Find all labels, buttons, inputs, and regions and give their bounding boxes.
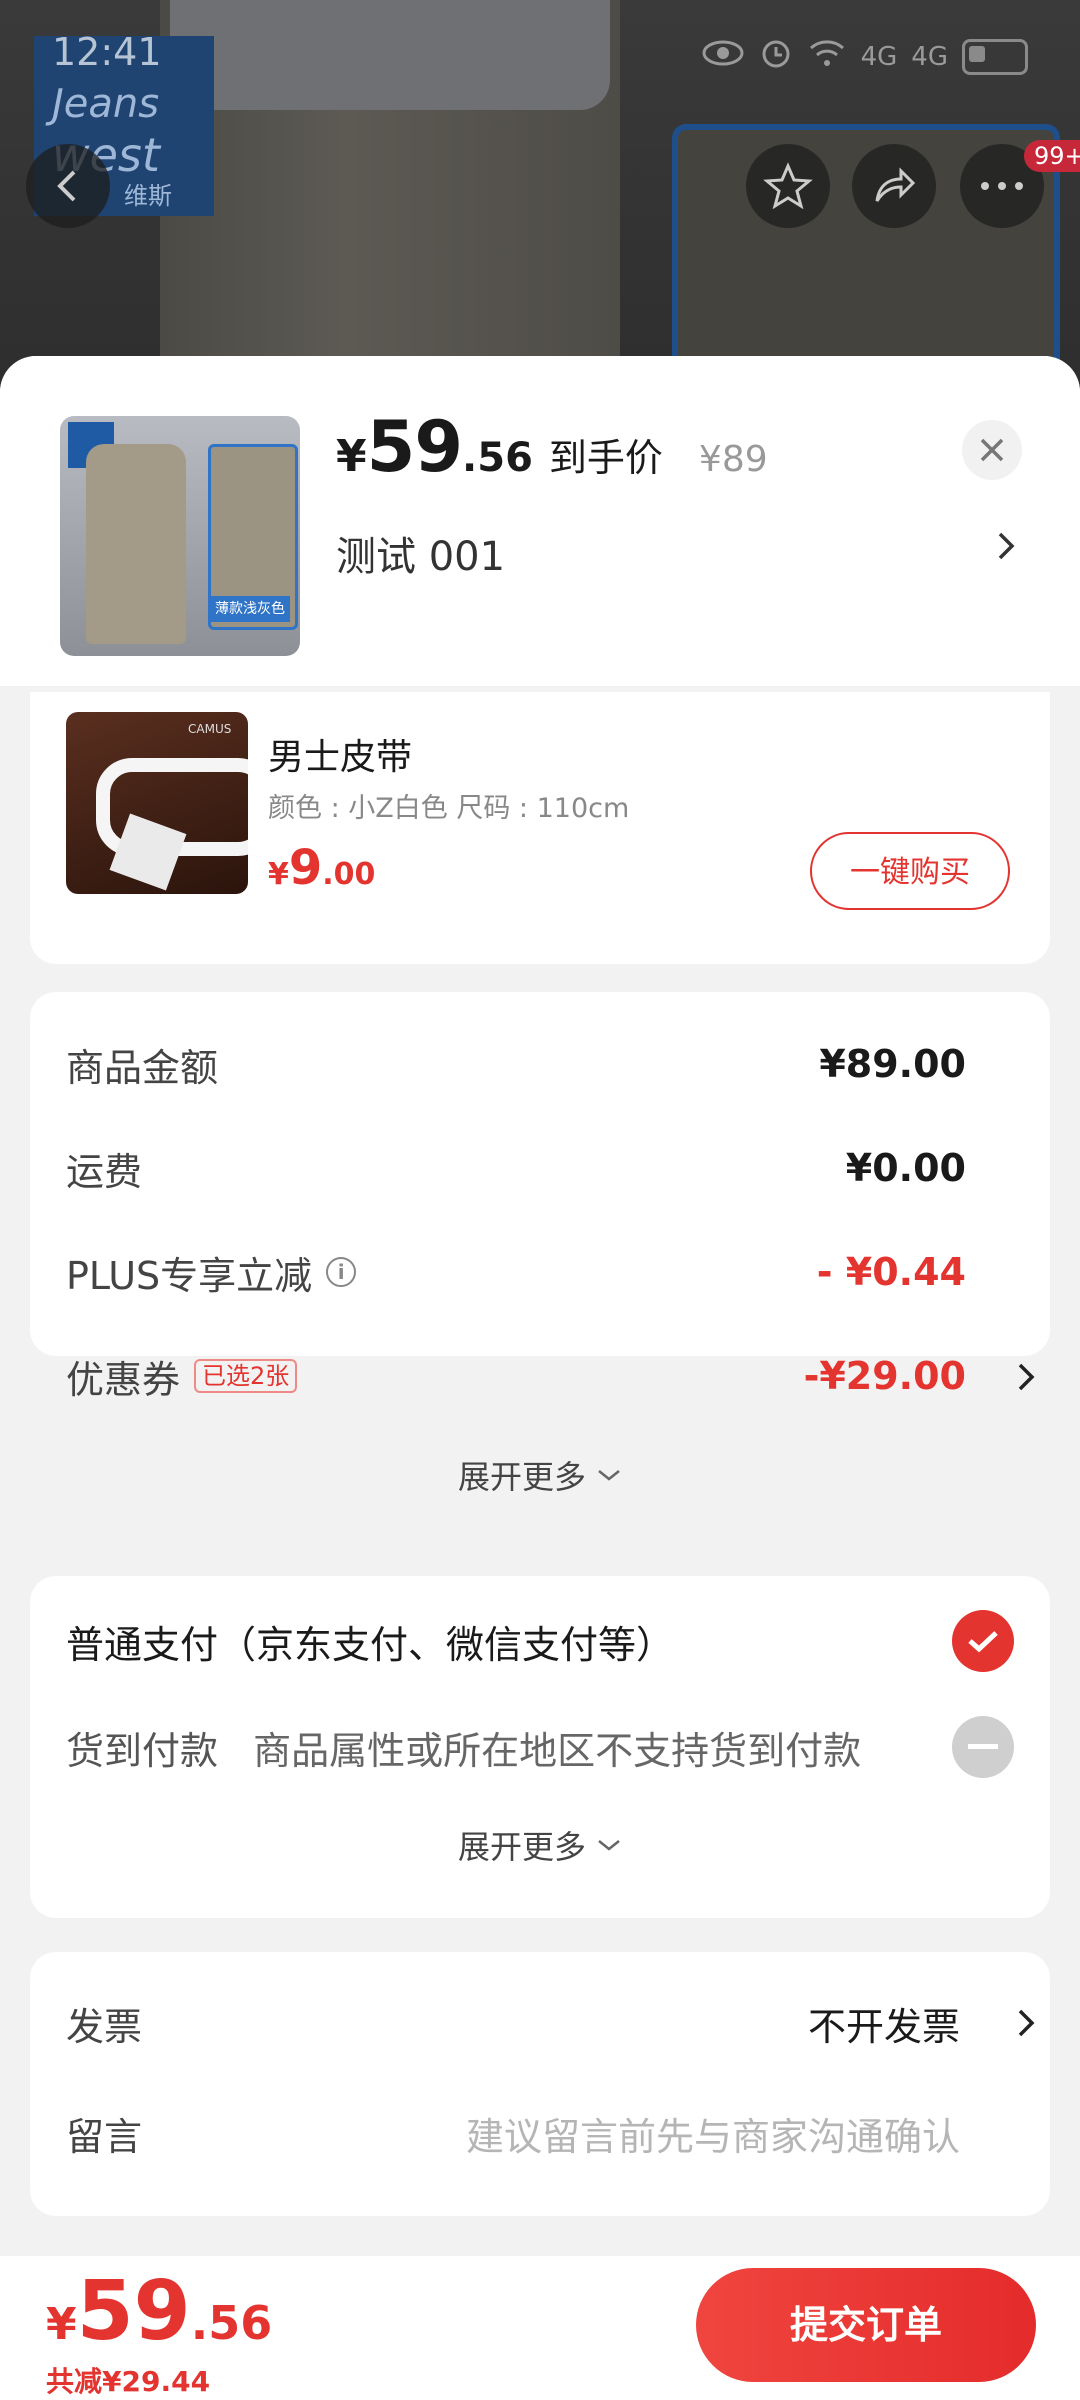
close-icon (980, 438, 1004, 462)
alarm-icon (759, 36, 793, 77)
goods-amount-row: 商品金额 ¥89.00 (66, 1034, 966, 1094)
shipping-row: 运费 ¥0.00 (66, 1138, 966, 1198)
payment-expand-more[interactable]: 展开更多 (30, 1822, 1050, 1868)
signal-4g-icon: 4G (860, 41, 898, 72)
plus-discount-value: - ¥0.44 (816, 1250, 966, 1294)
message-label: 留言 (66, 2114, 143, 2159)
original-price: ¥89 (698, 439, 768, 480)
back-button[interactable] (26, 144, 110, 228)
share-button[interactable] (852, 144, 936, 228)
invoice-value: 不开发票 (807, 2004, 960, 2049)
total-currency: ¥ (46, 2299, 77, 2350)
price-currency: ¥ (336, 431, 367, 482)
total-decimal: .56 (190, 2296, 273, 2350)
star-icon (763, 162, 813, 210)
coupon-value: -¥29.00 (803, 1354, 966, 1398)
belt-brand: CAMUS (188, 722, 232, 736)
payment-expand-label: 展开更多 (457, 1828, 586, 1866)
close-button[interactable] (962, 420, 1022, 480)
chevron-left-icon (57, 170, 76, 202)
payment-option-normal[interactable]: 普通支付（京东支付、微信支付等） (66, 1606, 1014, 1676)
shipping-label: 运费 (66, 1149, 143, 1194)
summary-expand-more[interactable]: 展开更多 (30, 1452, 1050, 1498)
addon-attributes: 颜色 : 小Z白色 尺码 : 110cm (268, 793, 630, 824)
favorite-button[interactable] (746, 144, 830, 228)
addon-price: ¥ 9 .00 (268, 840, 375, 896)
message-input[interactable]: 建议留言前先与商家沟通确认 (466, 2106, 960, 2161)
total-integer: 59 (76, 2264, 191, 2359)
cod-label: 货到付款 (66, 1728, 219, 1773)
thumb-pants (86, 444, 186, 644)
payment-method-card: 普通支付（京东支付、微信支付等） 货到付款 商品属性或所在地区不支持货到付款 展… (30, 1576, 1050, 1918)
status-icons: 4G 4G (701, 36, 1028, 77)
invoice-card: 发票 不开发票 留言 建议留言前先与商家沟通确认 (30, 1952, 1050, 2216)
summary-expand-label: 展开更多 (457, 1458, 586, 1496)
chevron-down-icon (598, 1840, 620, 1851)
plus-discount-row: PLUS专享立减 i - ¥0.44 (66, 1242, 966, 1302)
cod-wrap: 货到付款 商品属性或所在地区不支持货到付款 (66, 1720, 861, 1775)
checkmark-icon[interactable] (952, 1610, 1014, 1672)
coupon-label: 优惠券 (66, 1357, 181, 1402)
eye-icon (701, 38, 745, 75)
more-dots-icon (981, 182, 1023, 190)
chevron-right-icon[interactable] (996, 528, 1018, 568)
signal-4g-icon-2: 4G (911, 41, 948, 72)
invoice-label: 发票 (66, 2004, 143, 2049)
sheet-header: 薄款浅灰色 ¥ 59 .56 到手价 ¥89 测试 001 (0, 356, 1080, 686)
total-price: ¥ 59 .56 (46, 2264, 272, 2359)
model-shirt (170, 0, 610, 110)
checkout-bottom-bar: ¥ 59 .56 共减¥29.44 提交订单 (0, 2256, 1080, 2400)
addon-price-currency: ¥ (268, 857, 289, 892)
coupon-row[interactable]: 优惠券 已选2张 -¥29.00 (66, 1346, 966, 1406)
thumb-tag: 薄款浅灰色 (210, 596, 290, 622)
price-label: 到手价 (548, 436, 663, 480)
wifi-icon (807, 38, 847, 75)
plus-discount-label: PLUS专享立减 (66, 1253, 313, 1298)
plus-discount-label-wrap: PLUS专享立减 i (66, 1245, 357, 1300)
coupon-label-wrap: 优惠券 已选2张 (66, 1349, 298, 1404)
addon-price-integer: 9 (288, 840, 323, 896)
variant-selector[interactable]: 测试 001 (336, 524, 505, 582)
shipping-value: ¥0.00 (845, 1146, 966, 1190)
addon-name: 男士皮带 (268, 737, 413, 778)
more-badge: 99+ (1024, 140, 1080, 172)
submit-order-button[interactable]: 提交订单 (696, 2268, 1036, 2382)
brand-logo-line1: Jeans (52, 81, 160, 127)
cod-note: 商品属性或所在地区不支持货到付款 (253, 1728, 862, 1773)
addon-price-decimal: .00 (322, 857, 376, 892)
invoice-row[interactable]: 发票 不开发票 (66, 1988, 960, 2058)
belt-image: CAMUS (66, 712, 248, 894)
payment-normal-label: 普通支付（京东支付、微信支付等） (66, 1622, 675, 1667)
one-click-buy-button[interactable]: 一键购买 (810, 832, 1010, 910)
price-decimal: .56 (462, 435, 533, 481)
addon-item-card: CAMUS 男士皮带 颜色 : 小Z白色 尺码 : 110cm ¥ 9 .00 … (30, 692, 1050, 964)
goods-amount-value: ¥89.00 (819, 1042, 966, 1086)
chevron-down-icon (598, 1470, 620, 1481)
total-saved: 共减¥29.44 (46, 2365, 211, 2398)
chevron-right-icon[interactable] (1016, 1360, 1038, 1398)
goods-amount-label: 商品金额 (66, 1045, 219, 1090)
price-integer: 59 (366, 406, 463, 488)
info-icon[interactable]: i (326, 1257, 357, 1287)
payment-option-cod: 货到付款 商品属性或所在地区不支持货到付款 (66, 1712, 1014, 1782)
chevron-right-icon[interactable] (1016, 2006, 1038, 2044)
brand-logo-cn: 维斯 (124, 182, 172, 210)
disabled-minus-icon (952, 1716, 1014, 1778)
product-price: ¥ 59 .56 到手价 ¥89 (336, 406, 768, 488)
battery-icon (962, 38, 1028, 75)
checkout-sheet: 薄款浅灰色 ¥ 59 .56 到手价 ¥89 测试 001 CAMUS 男士皮带… (0, 356, 1080, 2400)
price-summary-card: 商品金额 ¥89.00 运费 ¥0.00 PLUS专享立减 i - ¥0.44 … (30, 992, 1050, 1496)
product-thumbnail: 薄款浅灰色 (60, 416, 300, 656)
message-row[interactable]: 留言 建议留言前先与商家沟通确认 (66, 2098, 960, 2168)
coupon-selected-tag: 已选2张 (194, 1358, 298, 1394)
share-icon (875, 167, 916, 202)
status-time: 12:41 (52, 30, 162, 74)
